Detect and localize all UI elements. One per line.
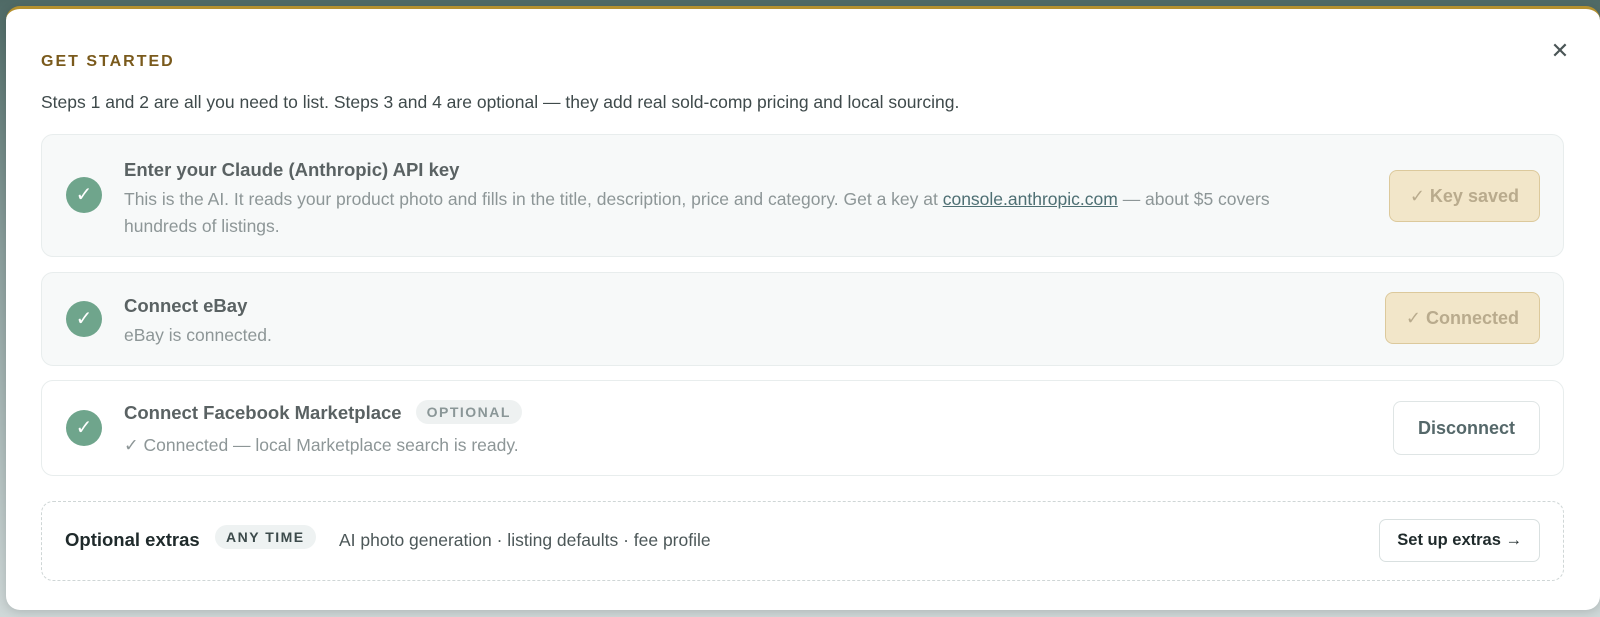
step-description: This is the AI. It reads your product ph… (124, 186, 1344, 240)
extras-description: AI photo generation · listing defaults ·… (339, 530, 711, 550)
disconnect-button[interactable]: Disconnect (1392, 401, 1540, 455)
ebay-connected-button[interactable]: ✓ Connected (1384, 292, 1540, 344)
step-title-row: Connect Facebook Marketplace OPTIONAL (124, 400, 522, 424)
close-icon[interactable]: ✕ (1548, 39, 1572, 63)
check-circle-icon: ✓ (66, 301, 102, 337)
step-connect-facebook: ✓ Connect Facebook Marketplace OPTIONAL ✓… (41, 380, 1564, 476)
step-connect-ebay: ✓ Connect eBay eBay is connected. ✓ Conn… (41, 272, 1564, 366)
modal-eyebrow-title: GET STARTED (41, 53, 175, 70)
optional-extras-panel: Optional extras ANY TIME AI photo genera… (41, 501, 1564, 581)
step-api-key: ✓ Enter your Claude (Anthropic) API key … (41, 134, 1564, 257)
step-description: eBay is connected. (124, 325, 272, 345)
anthropic-console-link[interactable]: console.anthropic.com (943, 189, 1118, 209)
key-saved-button[interactable]: ✓ Key saved (1388, 170, 1540, 222)
any-time-badge: ANY TIME (215, 525, 316, 549)
check-circle-icon: ✓ (66, 177, 102, 213)
step-title: Connect Facebook Marketplace (124, 402, 402, 423)
step-description: ✓ Connected — local Marketplace search i… (124, 435, 519, 455)
step-description-text: This is the AI. It reads your product ph… (124, 189, 943, 209)
step-title: Enter your Claude (Anthropic) API key (124, 159, 460, 180)
extras-title: Optional extras (65, 529, 200, 550)
intro-text: Steps 1 and 2 are all you need to list. … (41, 92, 960, 112)
step-title: Connect eBay (124, 295, 248, 316)
optional-badge: OPTIONAL (415, 400, 522, 424)
check-circle-icon: ✓ (66, 410, 102, 446)
get-started-modal: GET STARTED ✕ Steps 1 and 2 are all you … (6, 6, 1600, 610)
set-up-extras-button[interactable]: Set up extras → (1379, 519, 1540, 562)
